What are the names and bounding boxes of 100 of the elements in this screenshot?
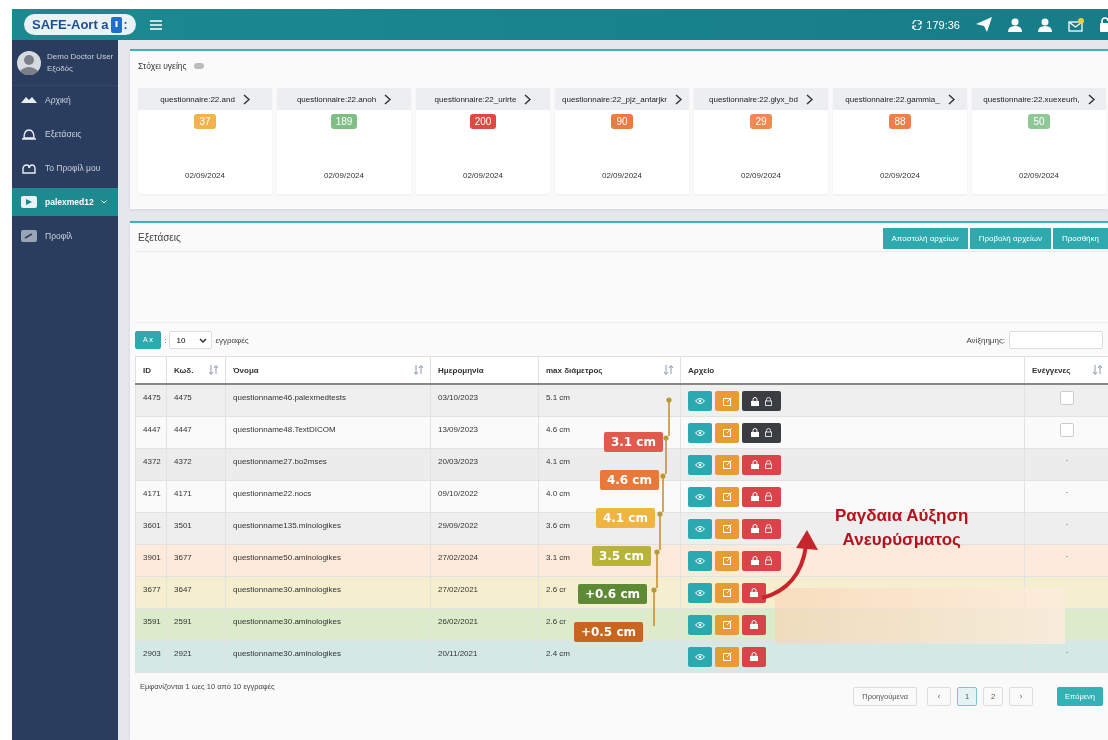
edit-button[interactable]: [715, 486, 739, 507]
table-cell: 26/02/2021: [430, 608, 539, 640]
value-badge: 88: [889, 114, 911, 129]
padlock-icon: [765, 492, 772, 501]
send-icon[interactable]: [976, 17, 992, 32]
lock-button[interactable]: [742, 582, 766, 603]
lock-button[interactable]: [742, 422, 781, 443]
view-button[interactable]: [688, 518, 712, 539]
card-title: questionnaire:22.anoh: [296, 94, 377, 104]
table-cell: 3901: [135, 544, 167, 576]
sidebar-item[interactable]: Αρχική: [12, 86, 118, 114]
table-cell: 27/02/2024: [430, 544, 539, 576]
goal-card[interactable]: questionnaire:22.glyx_bd 29 02/09/2024: [694, 88, 828, 194]
goal-card[interactable]: questionnaire:22.and 37 02/09/2024: [138, 88, 272, 194]
view-button[interactable]: [688, 550, 712, 571]
card-date: 02/09/2024: [879, 171, 920, 180]
menu-icon[interactable]: [149, 19, 162, 30]
card-date: 02/09/2024: [323, 171, 364, 180]
lock-icon[interactable]: [1100, 17, 1108, 32]
table-cell: questionname30.aminologikes: [225, 608, 431, 640]
card-date: 02/09/2024: [184, 171, 225, 180]
card-title: questionnaire:22_pjz_antarjkr: [562, 94, 667, 104]
table-cell: 3501: [166, 512, 226, 544]
logo-text: SAFE-Aort a: [32, 17, 109, 32]
measurement-label: 4.1 cm: [595, 508, 655, 528]
chevron-right-icon: [524, 93, 532, 105]
colon-text: :: [164, 335, 167, 345]
sidebar-item[interactable]: Το Προφίλ μου: [12, 154, 118, 182]
checkbox[interactable]: [1060, 422, 1074, 437]
goal-card[interactable]: questionnaire:22.gammia_ 88 02/09/2024: [833, 88, 967, 194]
pill-icon: [193, 63, 204, 69]
view-button[interactable]: [688, 422, 712, 443]
table-cell: 3677: [135, 576, 167, 608]
user-icon[interactable]: [1008, 17, 1022, 32]
value-badge: 90: [611, 114, 633, 129]
padlock-icon: [765, 524, 772, 533]
table-cell: questionname48.TextDICOM: [225, 416, 431, 448]
section-title: Στόχει υγείης: [138, 61, 187, 71]
logout-link[interactable]: Εξοδός: [47, 63, 114, 75]
edit-button[interactable]: [715, 391, 739, 411]
edit-icon: [722, 556, 732, 565]
eye-icon: [695, 461, 705, 468]
eye-icon: [695, 429, 705, 436]
view-button[interactable]: [688, 391, 712, 411]
column-header[interactable]: Όνομα: [225, 356, 431, 384]
view-button[interactable]: [688, 646, 712, 667]
checkbox[interactable]: [1060, 391, 1074, 405]
edit-button[interactable]: [715, 518, 739, 539]
sync-icon[interactable]: [912, 19, 923, 30]
column-header[interactable]: Ημερομηνία: [430, 356, 539, 384]
view-button[interactable]: [688, 486, 712, 507]
value-badge: 200: [469, 114, 497, 129]
column-header[interactable]: max διάμετρος: [538, 356, 681, 384]
search-field[interactable]: [1009, 331, 1103, 349]
card-icon: [20, 228, 38, 244]
edit-button[interactable]: [715, 582, 739, 603]
goal-card[interactable]: questionnaire:22_urirte 200 02/09/2024: [416, 88, 550, 194]
edit-button[interactable]: [715, 422, 739, 443]
sidebar-item[interactable]: Εξετάσεις: [12, 120, 118, 148]
padlock-icon: [765, 428, 772, 437]
sidebar-item[interactable]: Προφίλ: [12, 222, 118, 250]
table-cell: questionname50.aminologikes: [225, 544, 431, 576]
goal-card[interactable]: questionnaire:22_pjz_antarjkr 90 02/09/2024: [555, 88, 689, 194]
chevron-right-icon: [1087, 93, 1095, 105]
view-button[interactable]: [688, 454, 712, 475]
logo[interactable]: SAFE-Aort a :: [24, 14, 136, 35]
logo-text: :: [123, 17, 128, 32]
edit-button[interactable]: [715, 614, 739, 635]
chevron-right-icon: [384, 93, 392, 105]
padlock-icon: [751, 396, 759, 406]
table-cell: 2591: [166, 608, 226, 640]
avatar-icon: [17, 51, 41, 75]
card-date: 02/09/2024: [601, 171, 642, 180]
column-header[interactable]: ID: [135, 356, 167, 384]
table-cell: questionname27.bo2mses: [225, 448, 431, 480]
view-button[interactable]: [688, 614, 712, 635]
mail-icon[interactable]: [1068, 17, 1084, 32]
user-icon[interactable]: [1038, 17, 1052, 32]
edit-icon: [722, 620, 732, 629]
card-title: questionnaire:22.xuexeurh,: [983, 94, 1080, 104]
column-header[interactable]: Κωδ.: [166, 356, 226, 384]
edit-button[interactable]: [715, 454, 739, 475]
table-cell: 09/10/2022: [430, 480, 539, 512]
value-badge: 50: [1028, 114, 1050, 129]
view-button[interactable]: [688, 582, 712, 603]
column-header[interactable]: Ενέγγενες: [1024, 356, 1108, 384]
card-date: 02/09/2024: [1018, 171, 1059, 180]
sidebar-item[interactable]: palexmed12: [12, 188, 118, 216]
table-cell: 20/11/2021: [430, 640, 539, 672]
table-cell: 13/09/2023: [430, 416, 539, 448]
edit-button[interactable]: [715, 646, 739, 667]
page-size-select[interactable]: 10: [169, 331, 213, 349]
column-header[interactable]: Αρχείο: [680, 356, 1025, 384]
lock-button[interactable]: [742, 391, 781, 411]
table-cell: 4447: [135, 416, 167, 448]
eye-icon: [695, 557, 705, 564]
goal-card[interactable]: questionnaire:22.anoh 189 02/09/2024: [277, 88, 411, 194]
table-cell: questionname30.aminologikes: [225, 576, 431, 608]
goal-card[interactable]: questionnaire:22.xuexeurh, 50 02/09/2024: [972, 88, 1106, 194]
edit-button[interactable]: [715, 550, 739, 571]
